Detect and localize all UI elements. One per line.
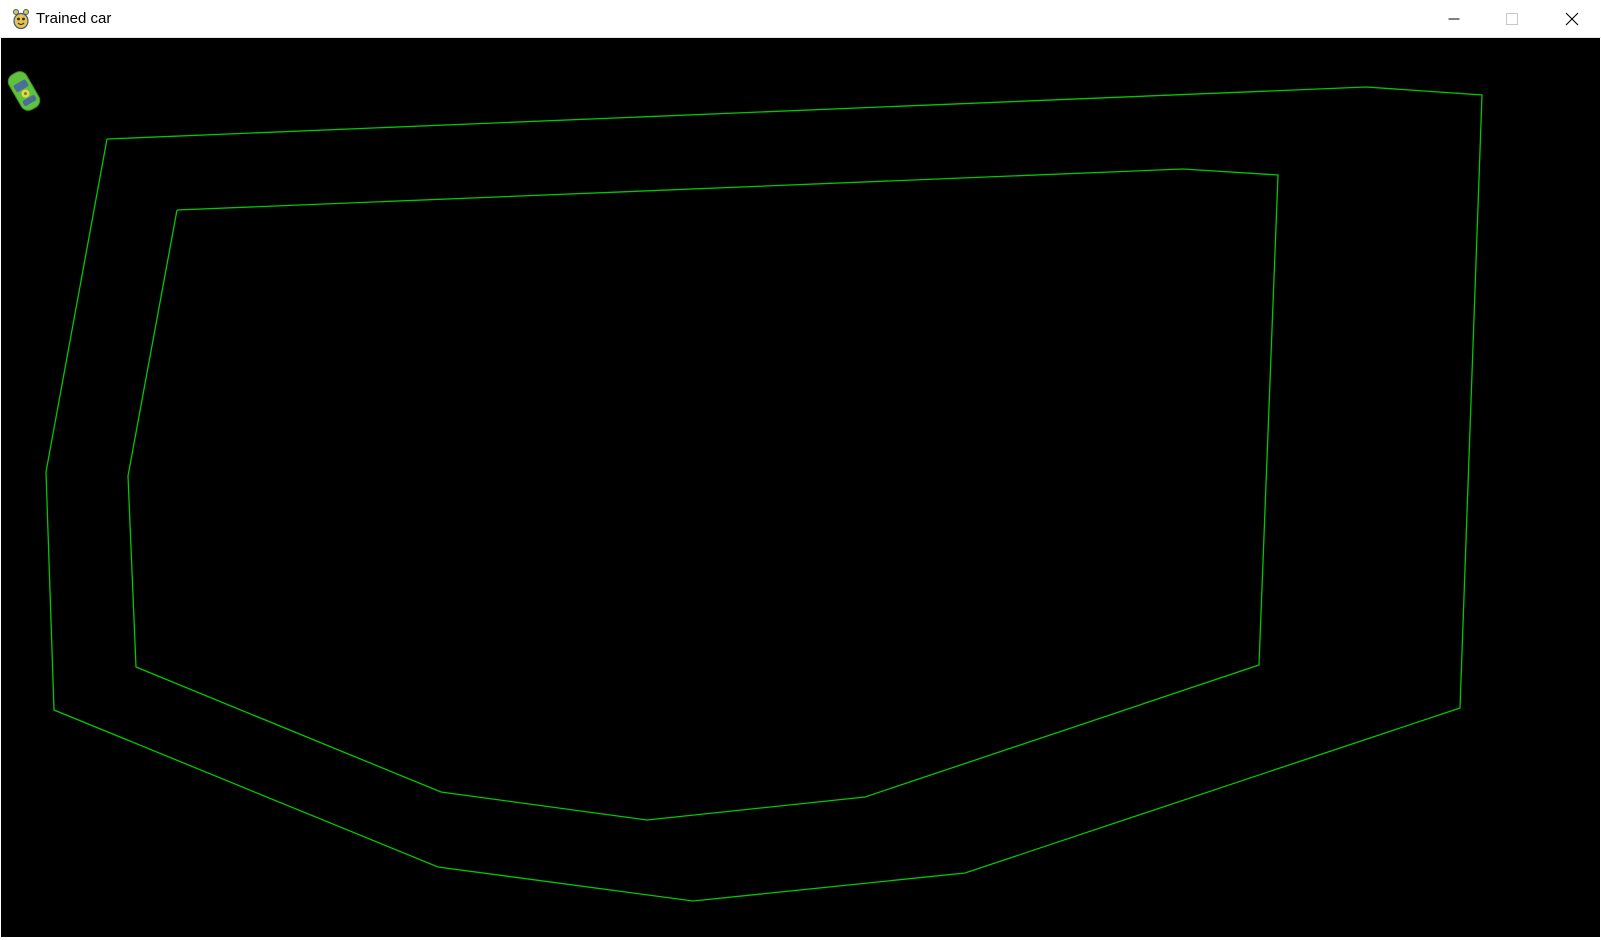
close-button[interactable]	[1543, 0, 1601, 38]
window-title: Trained car	[36, 10, 112, 27]
app-window: Trained car	[0, 0, 1601, 940]
title-bar[interactable]: Trained car	[0, 0, 1601, 38]
maximize-button[interactable]	[1483, 0, 1541, 38]
track-drawing	[7, 71, 1483, 902]
close-icon	[1565, 12, 1579, 26]
car-sprite	[7, 71, 41, 111]
maximize-icon	[1506, 13, 1518, 25]
minimize-icon	[1448, 18, 1460, 20]
inner-track-boundary	[127, 168, 1279, 821]
outer-track-boundary	[45, 86, 1483, 902]
minimize-button[interactable]	[1425, 0, 1483, 38]
game-canvas[interactable]	[1, 38, 1600, 937]
pygame-snake-icon	[13, 9, 29, 30]
